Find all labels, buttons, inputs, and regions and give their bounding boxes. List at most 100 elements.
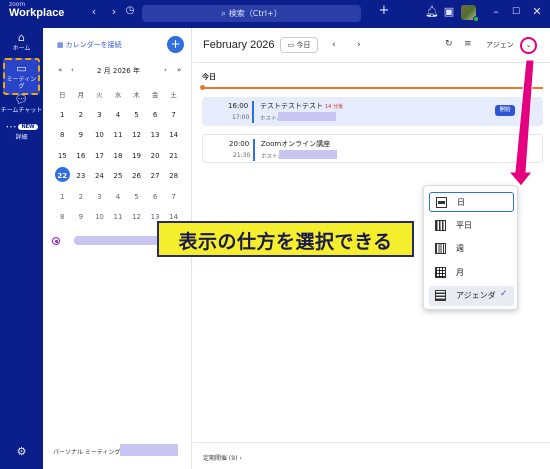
close-icon[interactable]: ✕ <box>529 5 545 18</box>
day-cell[interactable]: 15 <box>53 152 72 160</box>
next-period-button[interactable]: › <box>357 40 361 50</box>
nav-more[interactable]: ⋯ NEW 詳細 <box>0 120 43 141</box>
forward-icon[interactable]: › <box>106 5 122 18</box>
event-countdown: 14 分後 <box>325 104 343 110</box>
day-cell[interactable]: 8 <box>53 213 72 221</box>
day-cell[interactable]: 12 <box>127 131 146 139</box>
add-icon[interactable]: + <box>376 3 392 18</box>
view-option-label: 月 <box>456 267 464 277</box>
day-cell[interactable]: 11 <box>109 213 128 221</box>
day-cell[interactable]: 7 <box>164 193 183 201</box>
event-card[interactable]: 16:00 17:00 テストテストテスト 14 分後 ホスト: 開始 <box>202 97 543 126</box>
history-icon[interactable]: ◷ <box>122 5 138 16</box>
day-number: 27 <box>150 172 160 181</box>
day-number: 12 <box>132 131 141 140</box>
day-number: 4 <box>115 110 121 119</box>
next-month-button[interactable]: › <box>164 66 167 74</box>
day-cell[interactable]: 23 <box>72 172 91 180</box>
day-cell[interactable]: 7 <box>164 111 183 119</box>
day-cell[interactable]: 6 <box>146 193 165 201</box>
weekday-label: 火 <box>96 91 103 100</box>
day-cell[interactable]: 14 <box>164 131 183 139</box>
day-cell[interactable]: 9 <box>72 131 91 139</box>
back-icon[interactable]: ‹ <box>86 5 102 18</box>
day-cell[interactable]: 1 <box>53 111 72 119</box>
day-cell[interactable]: 28 <box>164 172 183 180</box>
left-nav-rail: ⌂ ホーム ▭ ミーティング 💬︎ チームチャット ⋯ NEW 詳細 ⚙ <box>0 28 43 469</box>
view-option-month[interactable]: 月 <box>429 263 514 283</box>
day-cell[interactable]: 2 <box>72 111 91 119</box>
day-number: 11 <box>113 213 123 222</box>
prev-month-button[interactable]: ‹ <box>71 66 74 74</box>
next-year-button[interactable]: » <box>177 66 181 74</box>
day-cell[interactable]: 20 <box>146 152 165 160</box>
day-cell[interactable]: 3 <box>90 111 109 119</box>
month-title: February 2026 <box>203 39 275 51</box>
mini-calendar-title: 2 月 2026 年 <box>97 67 140 75</box>
checkmark-icon: ✓ <box>500 289 508 299</box>
search-input[interactable]: ⌕ 検索（Ctrl+） <box>142 5 361 22</box>
view-selector-label[interactable]: アジェン <box>486 40 514 50</box>
notification-icon[interactable]: 🔔︎ <box>424 5 440 18</box>
view-option-day[interactable]: 日 <box>429 192 514 212</box>
day-cell-today[interactable]: 22 <box>53 167 72 183</box>
schedule-meeting-button[interactable]: + <box>167 36 184 53</box>
event-card[interactable]: 20:00 21:30 Zoomオンライン講座 ホスト: <box>202 134 543 163</box>
day-cell[interactable]: 27 <box>146 172 165 180</box>
day-cell[interactable]: 6 <box>146 111 165 119</box>
day-cell[interactable]: 13 <box>146 131 165 139</box>
nav-team-chat[interactable]: 💬︎ チームチャット <box>0 93 43 114</box>
connect-calendar-link[interactable]: ▦ カレンダーを接続 <box>57 40 122 50</box>
today-button[interactable]: ▭ 今日 <box>280 37 318 53</box>
day-number: 13 <box>150 131 160 140</box>
refresh-icon[interactable]: ↻ <box>445 39 453 49</box>
day-number: 1 <box>60 192 65 201</box>
title-bar: zoom Workplace ‹ › ◷ ⌕ 検索（Ctrl+） + 🔔︎ ▣ –… <box>0 0 550 28</box>
day-cell[interactable]: 26 <box>127 172 146 180</box>
recurring-meetings-link[interactable]: 定期開催 (9) › <box>203 453 242 462</box>
view-option-agenda[interactable]: アジェンダ ✓ <box>429 286 514 306</box>
day-cell[interactable]: 2 <box>72 193 91 201</box>
day-view-icon <box>436 197 447 208</box>
view-option-workweek[interactable]: 平日 <box>429 216 514 236</box>
day-cell[interactable]: 24 <box>90 172 109 180</box>
day-cell[interactable]: 5 <box>127 111 146 119</box>
filter-icon[interactable]: ≡ <box>464 39 472 49</box>
day-cell[interactable]: 25 <box>109 172 128 180</box>
nav-meetings[interactable]: ▭ ミーティング <box>3 58 40 95</box>
day-number: 25 <box>113 172 123 181</box>
day-cell[interactable]: 19 <box>127 152 146 160</box>
day-number: 2 <box>78 192 84 201</box>
view-option-label: 週 <box>456 244 464 253</box>
maximize-icon[interactable]: ☐ <box>508 7 524 17</box>
day-cell[interactable]: 4 <box>109 111 128 119</box>
whiteboard-icon[interactable]: ▣ <box>441 5 457 18</box>
view-option-week[interactable]: 週 <box>429 239 514 259</box>
day-cell[interactable]: 17 <box>90 152 109 160</box>
day-number: 10 <box>94 213 104 222</box>
minimize-icon[interactable]: – <box>488 5 504 18</box>
day-cell[interactable]: 1 <box>53 193 72 201</box>
day-cell[interactable]: 18 <box>109 152 128 160</box>
start-meeting-button[interactable]: 開始 <box>495 105 515 116</box>
day-cell[interactable]: 10 <box>90 213 109 221</box>
day-cell[interactable]: 11 <box>109 131 128 139</box>
prev-period-button[interactable]: ‹ <box>332 40 336 50</box>
view-selector-chevron[interactable]: ⌄ <box>520 37 537 54</box>
day-cell[interactable]: 8 <box>53 131 72 139</box>
event-start-time: 20:00 <box>229 140 250 148</box>
day-cell[interactable]: 4 <box>109 193 128 201</box>
day-cell[interactable]: 12 <box>127 213 146 221</box>
day-cell[interactable]: 3 <box>90 193 109 201</box>
chat-icon: 💬︎ <box>14 93 29 106</box>
gear-icon[interactable]: ⚙ <box>0 445 43 458</box>
day-cell[interactable]: 5 <box>127 193 146 201</box>
day-cell[interactable]: 21 <box>164 152 183 160</box>
redacted-host <box>278 112 336 121</box>
weekday-label: 木 <box>133 91 140 100</box>
prev-year-button[interactable]: « <box>58 66 62 74</box>
day-cell[interactable]: 16 <box>72 152 91 160</box>
day-cell[interactable]: 9 <box>72 213 91 221</box>
nav-home[interactable]: ⌂ ホーム <box>0 31 43 52</box>
day-cell[interactable]: 10 <box>90 131 109 139</box>
